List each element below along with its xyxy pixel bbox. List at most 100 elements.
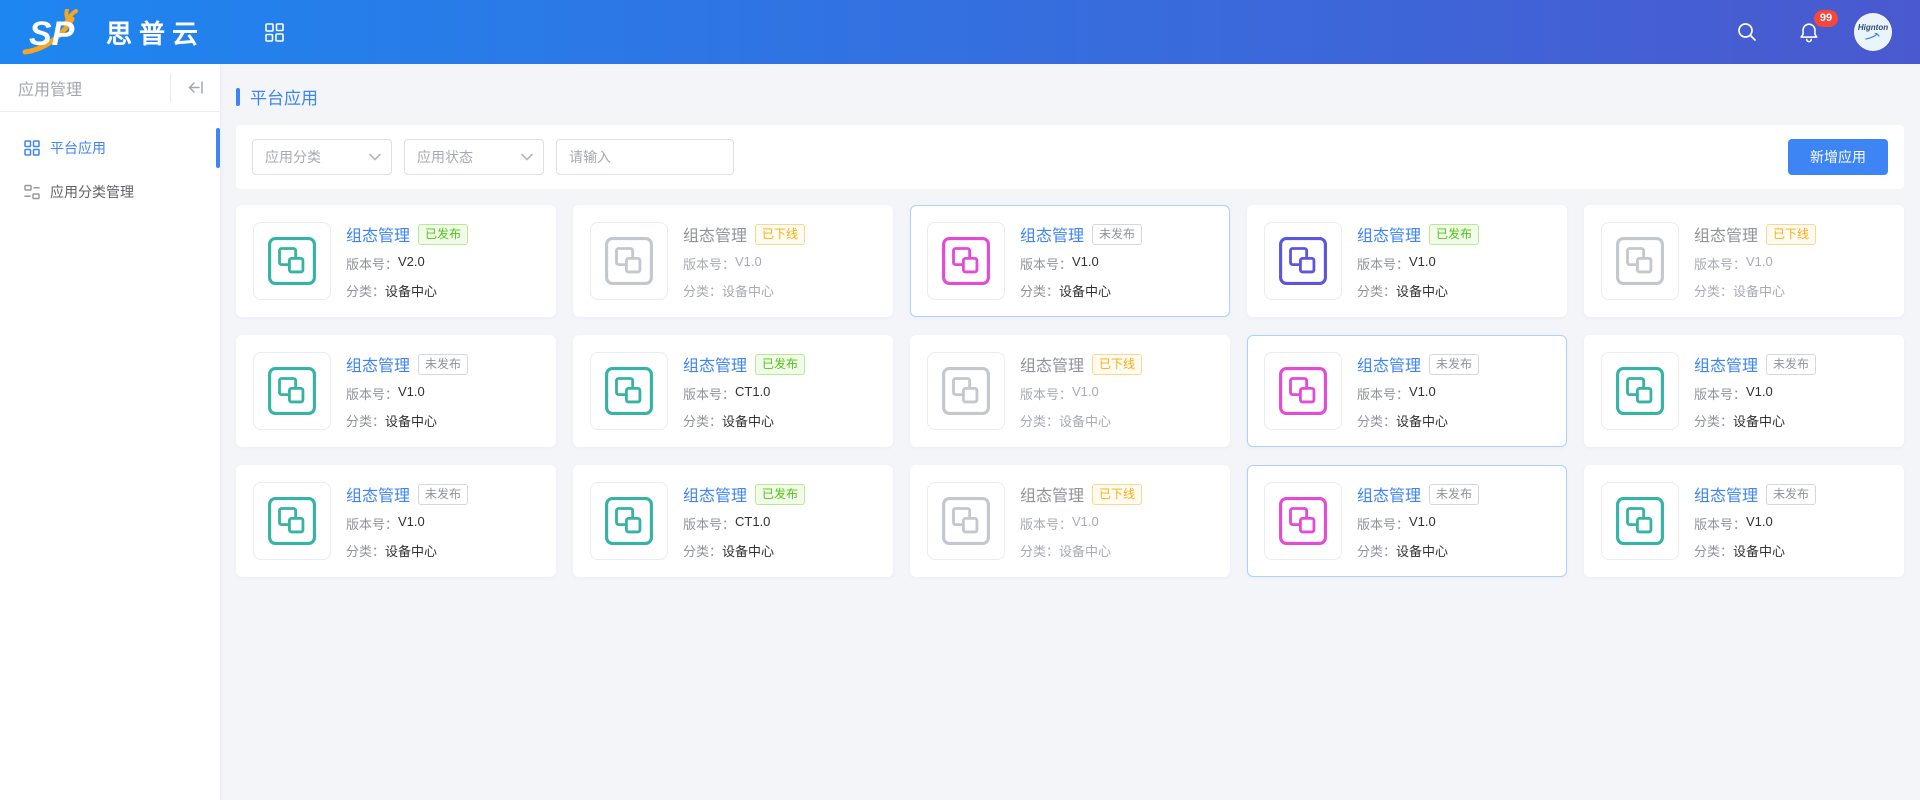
category-label: 分类：	[1020, 411, 1059, 430]
chevron-down-icon	[521, 153, 533, 161]
overlapping-squares-icon	[1615, 366, 1665, 416]
category-value: 设备中心	[1733, 411, 1785, 430]
app-title-link[interactable]: 组态管理	[1357, 222, 1421, 246]
category-filter-select[interactable]: 应用分类	[252, 139, 392, 175]
overlapping-squares-icon	[604, 236, 654, 286]
category-label: 分类：	[683, 541, 722, 560]
app-title-link[interactable]: 组态管理	[1357, 352, 1421, 376]
version-value: V1.0	[1746, 254, 1773, 273]
sp-logo-icon: SP	[22, 9, 88, 55]
sidebar-collapse-button[interactable]	[170, 74, 220, 102]
app-title-link[interactable]: 组态管理	[346, 222, 410, 246]
app-card[interactable]: 组态管理 已发布 版本号： CT1.0 分类： 设备中心	[573, 335, 893, 447]
version-label: 版本号：	[1357, 384, 1409, 403]
app-title-link[interactable]: 组态管理	[1020, 482, 1084, 506]
app-card-info: 组态管理 未发布 版本号： V1.0 分类： 设备中心	[1694, 352, 1816, 430]
page-title: 平台应用	[250, 84, 318, 109]
sidebar-item-platform-apps[interactable]: 平台应用	[0, 126, 220, 170]
version-value: V1.0	[735, 254, 762, 273]
version-value: V1.0	[1409, 384, 1436, 403]
version-value: V1.0	[1746, 514, 1773, 533]
app-title-link[interactable]: 组态管理	[1694, 482, 1758, 506]
app-card[interactable]: 组态管理 未发布 版本号： V1.0 分类： 设备中心	[1247, 465, 1567, 577]
overlapping-squares-icon	[1278, 366, 1328, 416]
app-card[interactable]: 组态管理 未发布 版本号： V1.0 分类： 设备中心	[910, 205, 1230, 317]
app-card-grid: 组态管理 已发布 版本号： V2.0 分类： 设备中心 组态管理 已	[236, 205, 1904, 577]
category-label: 分类：	[683, 281, 722, 300]
category-label: 分类：	[346, 541, 385, 560]
app-card[interactable]: 组态管理 已下线 版本号： V1.0 分类： 设备中心	[910, 335, 1230, 447]
app-card-info: 组态管理 未发布 版本号： V1.0 分类： 设备中心	[1020, 222, 1142, 300]
app-title-link[interactable]: 组态管理	[346, 482, 410, 506]
category-label: 分类：	[1694, 411, 1733, 430]
app-card[interactable]: 组态管理 已发布 版本号： CT1.0 分类： 设备中心	[573, 465, 893, 577]
app-card[interactable]: 组态管理 已发布 版本号： V1.0 分类： 设备中心	[1247, 205, 1567, 317]
category-label: 分类：	[1357, 281, 1396, 300]
app-title-link[interactable]: 组态管理	[1357, 482, 1421, 506]
app-title-link[interactable]: 组态管理	[683, 352, 747, 376]
app-card[interactable]: 组态管理 未发布 版本号： V1.0 分类： 设备中心	[1584, 465, 1904, 577]
app-icon-box	[927, 222, 1005, 300]
sidebar-item-app-category-mgmt[interactable]: 应用分类管理	[0, 170, 220, 214]
app-title-link[interactable]: 组态管理	[1694, 352, 1758, 376]
app-status-badge: 已发布	[1429, 224, 1479, 245]
overlapping-squares-icon	[604, 366, 654, 416]
category-label: 分类：	[1694, 281, 1733, 300]
status-filter-select[interactable]: 应用状态	[404, 139, 544, 175]
apps-grid-icon[interactable]	[259, 17, 289, 47]
app-card[interactable]: 组态管理 未发布 版本号： V1.0 分类： 设备中心	[236, 335, 556, 447]
app-status-badge: 已发布	[755, 484, 805, 505]
app-card[interactable]: 组态管理 未发布 版本号： V1.0 分类： 设备中心	[236, 465, 556, 577]
main-content: 平台应用 应用分类 应用状态 新增应用 组态管理 已发布	[220, 64, 1920, 800]
version-label: 版本号：	[1020, 254, 1072, 273]
app-status-badge: 已发布	[418, 224, 468, 245]
app-title-link[interactable]: 组态管理	[1020, 352, 1084, 376]
app-title-link[interactable]: 组态管理	[346, 352, 410, 376]
app-card[interactable]: 组态管理 已下线 版本号： V1.0 分类： 设备中心	[910, 465, 1230, 577]
category-filter-placeholder: 应用分类	[265, 147, 369, 167]
sidebar-menu: 平台应用 应用分类管理	[0, 112, 220, 214]
overlapping-squares-icon	[267, 236, 317, 286]
version-value: V1.0	[1409, 514, 1436, 533]
app-card-info: 组态管理 已下线 版本号： V1.0 分类： 设备中心	[1694, 222, 1816, 300]
app-card[interactable]: 组态管理 未发布 版本号： V1.0 分类： 设备中心	[1247, 335, 1567, 447]
version-label: 版本号：	[346, 254, 398, 273]
category-value: 设备中心	[1396, 541, 1448, 560]
svg-text:SP: SP	[29, 15, 75, 53]
app-status-badge: 已下线	[755, 224, 805, 245]
app-card-info: 组态管理 未发布 版本号： V1.0 分类： 设备中心	[1357, 352, 1479, 430]
app-title-link[interactable]: 组态管理	[1020, 222, 1084, 246]
app-title-link[interactable]: 组态管理	[683, 222, 747, 246]
app-icon-box	[253, 482, 331, 560]
status-filter-placeholder: 应用状态	[417, 147, 521, 167]
search-icon[interactable]	[1730, 15, 1764, 49]
app-card[interactable]: 组态管理 已下线 版本号： V1.0 分类： 设备中心	[573, 205, 893, 317]
app-card-info: 组态管理 已下线 版本号： V1.0 分类： 设备中心	[1020, 482, 1142, 560]
overlapping-squares-icon	[1278, 236, 1328, 286]
app-icon-box	[1264, 352, 1342, 430]
version-label: 版本号：	[1694, 514, 1746, 533]
app-card-info: 组态管理 已发布 版本号： CT1.0 分类： 设备中心	[683, 352, 805, 430]
app-card[interactable]: 组态管理 未发布 版本号： V1.0 分类： 设备中心	[1584, 335, 1904, 447]
version-value: V1.0	[398, 384, 425, 403]
version-label: 版本号：	[683, 514, 735, 533]
user-avatar[interactable]: Hignton	[1854, 13, 1892, 51]
category-value: 设备中心	[1733, 281, 1785, 300]
notification-bell-icon[interactable]: 99	[1792, 15, 1826, 49]
app-card[interactable]: 组态管理 已发布 版本号： V2.0 分类： 设备中心	[236, 205, 556, 317]
app-status-badge: 未发布	[418, 484, 468, 505]
app-status-badge: 已发布	[755, 354, 805, 375]
add-app-button[interactable]: 新增应用	[1788, 139, 1888, 175]
app-icon-box	[927, 352, 1005, 430]
app-title-link[interactable]: 组态管理	[683, 482, 747, 506]
app-card-info: 组态管理 已下线 版本号： V1.0 分类： 设备中心	[1020, 352, 1142, 430]
app-title-link[interactable]: 组态管理	[1694, 222, 1758, 246]
sidebar-title: 应用管理	[0, 76, 170, 100]
sidebar-item-label: 应用分类管理	[50, 182, 134, 202]
app-icon-box	[253, 352, 331, 430]
app-card[interactable]: 组态管理 已下线 版本号： V1.0 分类： 设备中心	[1584, 205, 1904, 317]
app-status-badge: 未发布	[418, 354, 468, 375]
overlapping-squares-icon	[267, 496, 317, 546]
app-icon-box	[590, 482, 668, 560]
search-input[interactable]	[556, 139, 734, 175]
